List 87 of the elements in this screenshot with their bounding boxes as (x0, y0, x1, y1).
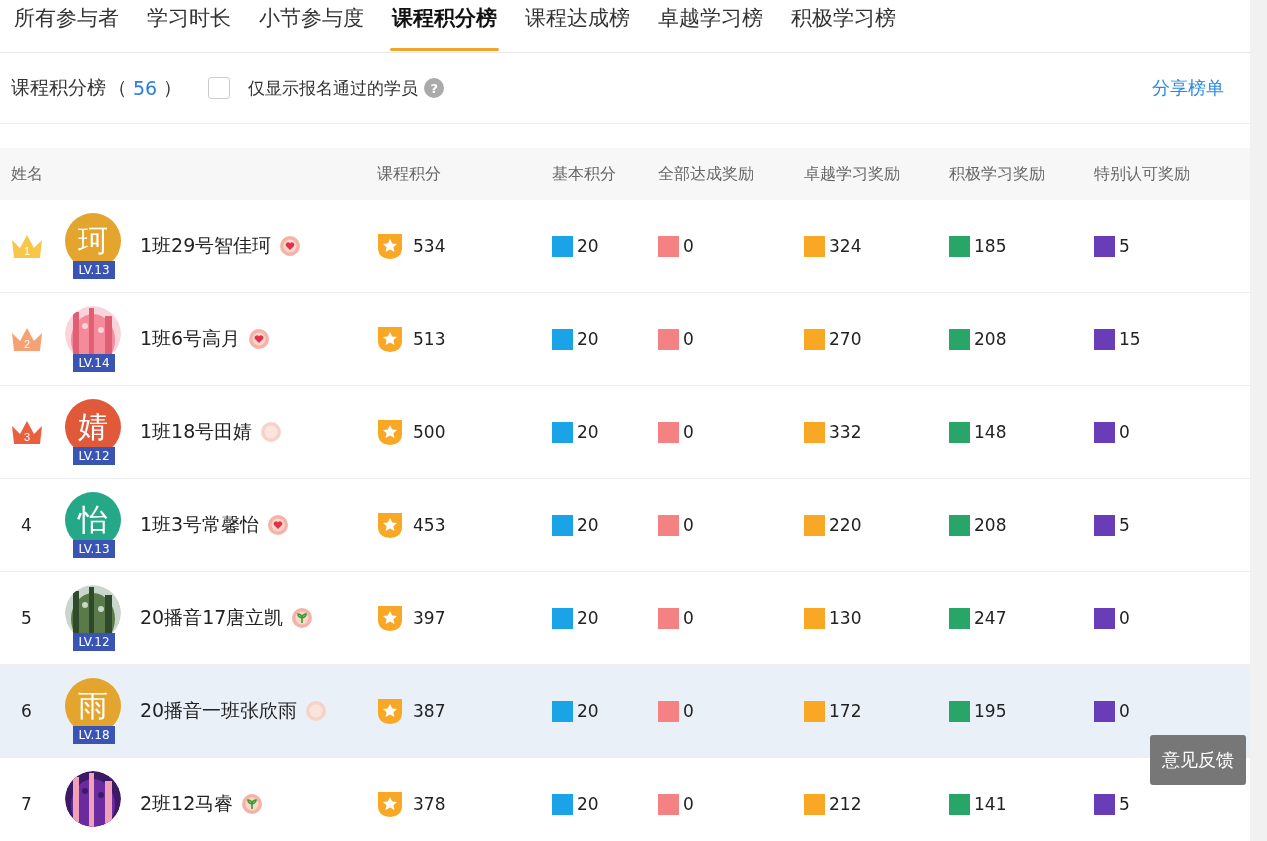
star-shield-icon (377, 511, 403, 539)
feedback-button[interactable]: 意见反馈 (1150, 735, 1246, 785)
column-header: 卓越学习奖励 (804, 163, 901, 185)
score-value: 0 (683, 329, 694, 349)
score-value: 141 (974, 794, 1007, 814)
star-shield-icon (377, 790, 403, 818)
leaderboard-title: 课程积分榜 (11, 75, 106, 100)
tab[interactable]: 小节参与度 (259, 0, 364, 52)
points-value: 397 (413, 608, 446, 628)
score-value: 15 (1119, 329, 1141, 349)
participant-count: 56 (132, 77, 159, 99)
column-header: 课程积分 (377, 163, 442, 185)
level-badge: LV.14 (73, 354, 115, 372)
star-shield-icon (377, 232, 403, 260)
score-value: 20 (577, 329, 599, 349)
tab[interactable]: 卓越学习榜 (658, 0, 763, 52)
star-shield-icon (377, 325, 403, 353)
points-value: 500 (413, 422, 446, 442)
score-value: 130 (829, 608, 862, 628)
score-value: 0 (1119, 422, 1130, 442)
score-value: 0 (683, 794, 694, 814)
score-value: 5 (1119, 794, 1130, 814)
points-value: 378 (413, 794, 446, 814)
rank-number: 5 (21, 608, 32, 628)
tab[interactable]: 积极学习榜 (791, 0, 896, 52)
tab[interactable]: 课程达成榜 (525, 0, 630, 52)
score-value: 208 (974, 329, 1007, 349)
tab[interactable]: 课程积分榜 (392, 0, 497, 52)
score-value: 324 (829, 236, 862, 256)
rank-number: 4 (21, 515, 32, 535)
score-value: 195 (974, 701, 1007, 721)
paren: （ (108, 75, 127, 100)
student-name[interactable]: 20播音一班张欣雨 (140, 698, 298, 724)
rank-number: 6 (21, 701, 32, 721)
student-name[interactable]: 1班6号高月 (140, 326, 241, 352)
score-value: 20 (577, 608, 599, 628)
student-name[interactable]: 1班18号田婧 (140, 419, 253, 445)
score-value: 20 (577, 236, 599, 256)
column-header: 积极学习奖励 (949, 163, 1046, 185)
column-header: 全部达成奖励 (658, 163, 755, 185)
score-value: 270 (829, 329, 862, 349)
filter-checkbox[interactable] (208, 77, 231, 99)
score-value: 0 (1119, 608, 1130, 628)
score-value: 20 (577, 794, 599, 814)
score-value: 212 (829, 794, 862, 814)
score-value: 0 (683, 422, 694, 442)
score-value: 0 (683, 236, 694, 256)
student-name[interactable]: 20播音17唐立凯 (140, 605, 284, 631)
score-value: 0 (1119, 701, 1130, 721)
tab[interactable]: 所有参与者 (14, 0, 119, 52)
column-header: 姓名 (10, 163, 44, 185)
crown-icon: 3 (11, 419, 43, 445)
score-value: 20 (577, 422, 599, 442)
score-value: 5 (1119, 236, 1130, 256)
score-value: 247 (974, 608, 1007, 628)
crown-icon: 2 (11, 326, 43, 352)
score-value: 0 (683, 608, 694, 628)
student-name[interactable]: 1班29号智佳珂 (140, 233, 272, 259)
tab[interactable]: 学习时长 (147, 0, 231, 52)
score-value: 20 (577, 515, 599, 535)
student-name[interactable]: 2班12马睿 (140, 791, 234, 817)
crown-icon: 1 (11, 233, 43, 259)
points-value: 513 (413, 329, 446, 349)
student-name[interactable]: 1班3号常馨怡 (140, 512, 260, 538)
star-shield-icon (377, 697, 403, 725)
score-value: 20 (577, 701, 599, 721)
column-header: 特别认可奖励 (1094, 163, 1191, 185)
rank-number: 7 (21, 794, 32, 814)
score-value: 220 (829, 515, 862, 535)
filter-label[interactable]: 仅显示报名通过的学员 (248, 76, 419, 100)
share-link[interactable]: 分享榜单 (1152, 76, 1224, 100)
star-shield-icon (377, 604, 403, 632)
score-value: 0 (683, 515, 694, 535)
points-value: 534 (413, 236, 446, 256)
paren: ） (163, 75, 183, 100)
score-value: 208 (974, 515, 1007, 535)
score-value: 332 (829, 422, 862, 442)
points-value: 387 (413, 701, 446, 721)
star-shield-icon (377, 418, 403, 446)
score-value: 0 (683, 701, 694, 721)
level-badge: LV.12 (73, 633, 115, 651)
points-value: 453 (413, 515, 446, 535)
score-value: 5 (1119, 515, 1130, 535)
score-value: 185 (974, 236, 1007, 256)
score-value: 148 (974, 422, 1007, 442)
score-value: 172 (829, 701, 862, 721)
column-header: 基本积分 (552, 163, 617, 185)
